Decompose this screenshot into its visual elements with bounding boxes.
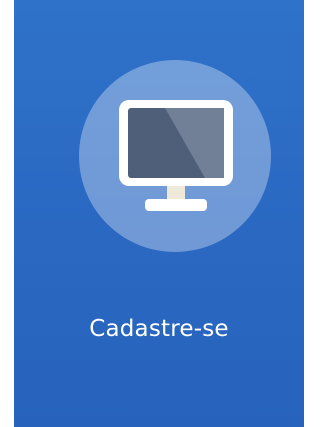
icon-circle (79, 60, 271, 252)
tile-label: Cadastre-se (89, 316, 229, 342)
cadastre-se-tile[interactable]: Cadastre-se (14, 0, 304, 427)
monitor-icon (119, 100, 233, 211)
